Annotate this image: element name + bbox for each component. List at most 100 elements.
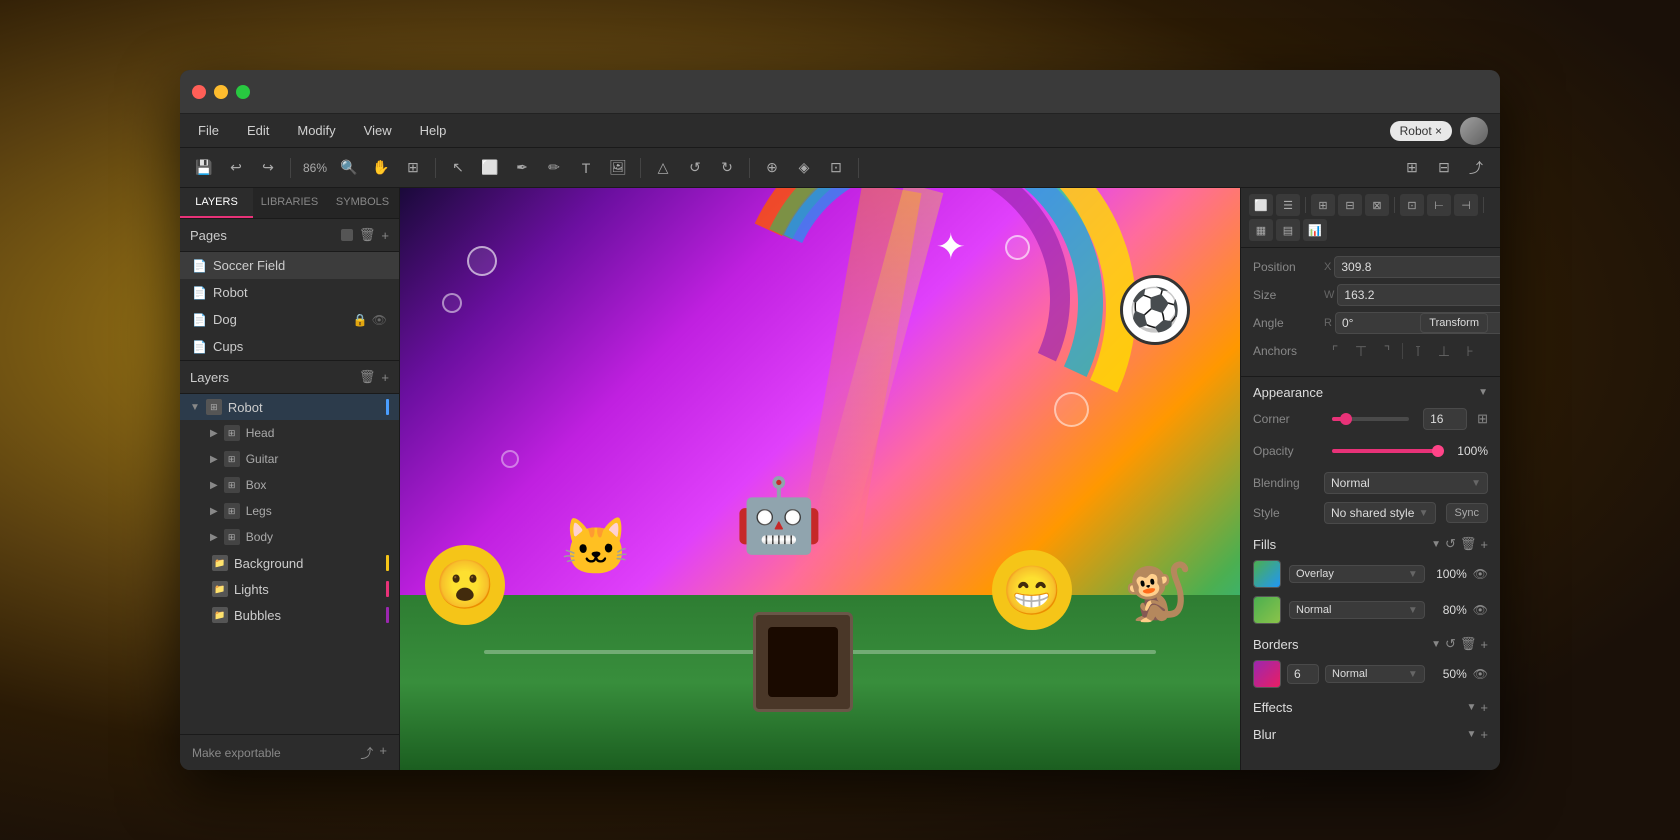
fullscreen-button[interactable] (236, 85, 250, 99)
fill-add-icon[interactable]: + (1480, 537, 1488, 552)
export-icon[interactable]: ⤴ (360, 743, 373, 762)
close-button[interactable] (192, 85, 206, 99)
page-cups[interactable]: 📄 Cups (180, 333, 399, 360)
dist-v-btn[interactable]: ⊢ (1427, 194, 1451, 216)
border-swatch-1[interactable] (1253, 660, 1281, 688)
menu-help[interactable]: Help (414, 119, 453, 142)
layer-legs[interactable]: ▶ ⊞ Legs (180, 498, 399, 524)
align-tool[interactable]: △ (649, 154, 677, 182)
fill-eye-1[interactable]: 👁 (1473, 567, 1488, 581)
effects-chevron[interactable]: ▼ (1467, 702, 1477, 713)
export-icon[interactable]: ⤴ (1462, 154, 1490, 182)
select-icon[interactable]: ⊞ (399, 154, 427, 182)
shape-tool[interactable]: ⬜ (476, 154, 504, 182)
page-robot[interactable]: 📄 Robot (180, 279, 399, 306)
fill-swatch-2[interactable] (1253, 596, 1281, 624)
w-input[interactable] (1337, 284, 1500, 306)
flatten-btn[interactable]: ▤ (1276, 219, 1300, 241)
fill-mode-1[interactable]: Overlay ▼ (1289, 565, 1425, 583)
distribute-icon[interactable]: ⊟ (1430, 154, 1458, 182)
menu-edit[interactable]: Edit (241, 119, 275, 142)
fill-eye-2[interactable]: 👁 (1473, 603, 1488, 617)
pencil-tool[interactable]: ✏ (540, 154, 568, 182)
border-delete-icon[interactable]: 🗑 (1460, 636, 1477, 652)
border-width-1[interactable] (1287, 664, 1319, 684)
rotate-right-icon[interactable]: ↻ (713, 154, 741, 182)
minimize-button[interactable] (214, 85, 228, 99)
anchor-t[interactable]: ⊺ (1407, 340, 1429, 362)
borders-chevron[interactable]: ▼ (1431, 639, 1441, 650)
tab-layers[interactable]: LAYERS (180, 188, 253, 218)
align-bottom-btn[interactable]: ⊠ (1365, 194, 1389, 216)
opacity-slider[interactable] (1332, 449, 1438, 453)
symbol-icon[interactable]: ⊕ (758, 154, 786, 182)
slice-icon[interactable]: ⊡ (822, 154, 850, 182)
layer-guitar[interactable]: ▶ ⊞ Guitar (180, 446, 399, 472)
layer-background[interactable]: 📁 Background (180, 550, 399, 576)
layer-box[interactable]: ▶ ⊞ Box (180, 472, 399, 498)
dist-both-btn[interactable]: ⊣ (1454, 194, 1478, 216)
pages-toggle[interactable] (341, 229, 353, 241)
menu-view[interactable]: View (358, 119, 398, 142)
fill-mode-2[interactable]: Normal ▼ (1289, 601, 1425, 619)
save-icon[interactable]: 💾 (190, 154, 218, 182)
user-avatar[interactable] (1460, 117, 1488, 145)
layer-head[interactable]: ▶ ⊞ Head (180, 420, 399, 446)
anchor-tr[interactable]: ⌝ (1376, 340, 1398, 362)
tab-libraries[interactable]: LIBRARIES (253, 188, 326, 218)
dist-h-btn[interactable]: ⊡ (1400, 194, 1424, 216)
fills-chevron[interactable]: ▼ (1431, 539, 1441, 550)
corner-slider[interactable] (1332, 417, 1409, 421)
menu-file[interactable]: File (192, 119, 225, 142)
eye-icon[interactable]: 👁 (372, 313, 387, 327)
align-middle-btn[interactable]: ⊟ (1338, 194, 1362, 216)
add-layer-icon[interactable]: + (381, 370, 389, 385)
page-soccer-field[interactable]: 📄 Soccer Field (180, 252, 399, 279)
canvas-area[interactable]: ⚽ ✦ 😮 🐱 🤖 😁 🐒 (400, 188, 1240, 770)
lock-icon[interactable]: 🔒 (353, 313, 368, 327)
blur-chevron[interactable]: ▼ (1467, 729, 1477, 740)
fill-reset-icon[interactable]: ↺ (1445, 536, 1456, 552)
add-page-icon[interactable]: + (381, 228, 389, 243)
transform-button[interactable]: Transform (1420, 313, 1488, 333)
fill-delete-icon[interactable]: 🗑 (1460, 536, 1477, 552)
blur-add-icon[interactable]: + (1480, 727, 1488, 742)
pointer-tool[interactable]: ↖ (444, 154, 472, 182)
pen-tool[interactable]: ✒ (508, 154, 536, 182)
delete-layer-icon[interactable]: 🗑 (359, 369, 376, 385)
layer-robot[interactable]: ▼ ⊞ Robot (180, 394, 399, 420)
anchor-tc[interactable]: ⊤ (1350, 340, 1372, 362)
sync-button[interactable]: Sync (1446, 503, 1488, 523)
menu-modify[interactable]: Modify (291, 119, 341, 142)
appearance-chevron[interactable]: ▼ (1478, 387, 1488, 398)
layer-body[interactable]: ▶ ⊞ Body (180, 524, 399, 550)
image-tool[interactable]: 🖼 (604, 154, 632, 182)
page-dog[interactable]: 📄 Dog 🔒 👁 (180, 306, 399, 333)
x-input[interactable] (1334, 256, 1500, 278)
anchor-tl[interactable]: ⌜ (1324, 340, 1346, 362)
redo-icon[interactable]: ↪ (254, 154, 282, 182)
zoom-icon[interactable]: 🔍 (335, 154, 363, 182)
border-add-icon[interactable]: + (1480, 637, 1488, 652)
undo-icon[interactable]: ↩ (222, 154, 250, 182)
anchor-m[interactable]: ⊥ (1433, 340, 1455, 362)
tab-symbols[interactable]: SYMBOLS (326, 188, 399, 218)
group-btn[interactable]: ▦ (1249, 219, 1273, 241)
border-mode-1[interactable]: Normal ▼ (1325, 665, 1425, 683)
layer-bubbles[interactable]: 📁 Bubbles (180, 602, 399, 628)
border-reset-icon[interactable]: ↺ (1445, 636, 1456, 652)
align-left-btn[interactable]: ⬜ (1249, 194, 1273, 216)
chart-btn[interactable]: 📊 (1303, 219, 1327, 241)
style-dropdown[interactable]: No shared style ▼ (1324, 502, 1436, 524)
layer-lights[interactable]: 📁 Lights (180, 576, 399, 602)
move-icon[interactable]: ✋ (367, 154, 395, 182)
align-top-btn[interactable]: ⊞ (1311, 194, 1335, 216)
border-eye-1[interactable]: 👁 (1473, 667, 1488, 681)
align-center-btn[interactable]: ☰ (1276, 194, 1300, 216)
text-tool[interactable]: T (572, 154, 600, 182)
layout-icon[interactable]: ⊞ (1398, 154, 1426, 182)
add-export-icon[interactable]: + (379, 743, 387, 762)
component-icon[interactable]: ◈ (790, 154, 818, 182)
rotate-left-icon[interactable]: ↺ (681, 154, 709, 182)
blending-dropdown[interactable]: Normal ▼ (1324, 472, 1488, 494)
